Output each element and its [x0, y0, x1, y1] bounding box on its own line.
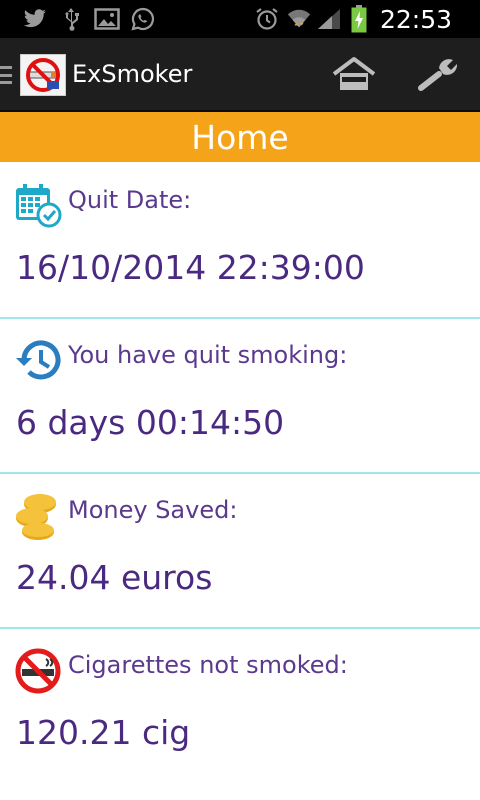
time-quit-label: You have quit smoking: — [68, 341, 348, 369]
quit-date-card: Quit Date: 16/10/2014 22:39:00 — [0, 162, 480, 319]
clock: 22:53 — [379, 4, 452, 34]
image-icon — [94, 6, 120, 32]
cigarettes-label: Cigarettes not smoked: — [68, 651, 348, 679]
money-saved-card: Money Saved: 24.04 euros — [0, 472, 480, 629]
quit-date-value: 16/10/2014 22:39:00 — [16, 248, 365, 287]
usb-icon — [58, 6, 84, 32]
action-bar: ExSmoker — [0, 38, 480, 112]
coins-icon — [14, 492, 62, 540]
whatsapp-icon — [130, 6, 156, 32]
app-logo[interactable] — [20, 54, 66, 96]
settings-button[interactable] — [414, 50, 462, 98]
cigarettes-card: Cigarettes not smoked: 120.21 cig — [0, 627, 480, 782]
time-quit-card: You have quit smoking: 6 days 00:14:50 — [0, 317, 480, 474]
money-saved-value: 24.04 euros — [16, 558, 213, 597]
time-quit-value: 6 days 00:14:50 — [16, 403, 285, 442]
status-bar: 22:53 — [0, 0, 480, 38]
wifi-icon — [286, 6, 312, 32]
home-icon — [332, 57, 376, 90]
twitter-icon — [22, 6, 48, 32]
battery-charging-icon — [346, 5, 372, 33]
calendar-check-icon — [14, 182, 62, 228]
wrench-icon — [418, 59, 458, 91]
app-title: ExSmoker — [72, 60, 193, 88]
notification-icons — [22, 6, 156, 32]
page-title-bar: Home — [0, 112, 480, 162]
money-saved-label: Money Saved: — [68, 496, 238, 524]
quit-date-label: Quit Date: — [68, 186, 192, 214]
cigarettes-value: 120.21 cig — [16, 713, 191, 752]
page-title: Home — [191, 117, 289, 157]
alarm-icon — [254, 6, 280, 32]
signal-icon — [316, 6, 342, 32]
history-icon — [14, 337, 62, 381]
system-status: 22:53 — [254, 0, 480, 38]
no-smoking-icon — [14, 647, 62, 694]
drawer-indicator-icon[interactable] — [0, 66, 12, 84]
home-button[interactable] — [330, 50, 378, 98]
